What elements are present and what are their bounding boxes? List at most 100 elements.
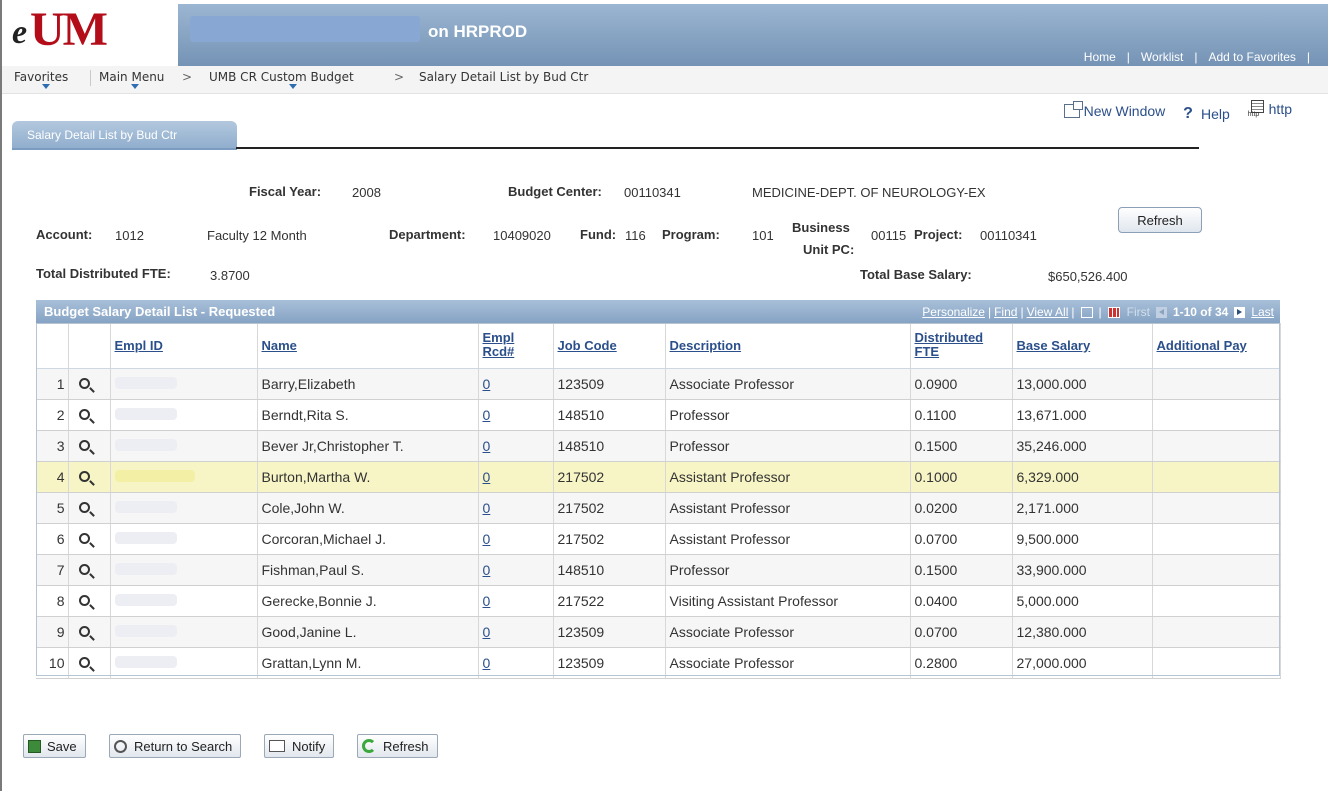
view-all-link[interactable]: View All	[1027, 305, 1069, 319]
detail-magnifier[interactable]	[68, 523, 111, 555]
http-link[interactable]: http	[1248, 100, 1292, 118]
chevron-down-icon[interactable]	[131, 84, 139, 89]
base-salary-cell: 6,329.000	[1012, 461, 1153, 493]
detail-magnifier[interactable]	[68, 616, 111, 648]
personalize-link[interactable]: Personalize	[922, 305, 985, 319]
worklist-link[interactable]: Worklist	[1141, 50, 1183, 64]
magnifier-icon[interactable]	[78, 656, 90, 668]
magnifier-icon[interactable]	[78, 470, 90, 482]
table-row[interactable]: 8 Gerecke,Bonnie J. 0 217522 Visiting Assist…	[36, 585, 1281, 617]
refresh-icon	[362, 739, 376, 753]
row-number: 6	[36, 523, 69, 555]
detail-magnifier[interactable]	[68, 399, 111, 431]
magnifier-icon[interactable]	[78, 532, 90, 544]
refresh-button[interactable]: Refresh	[1118, 207, 1202, 233]
return-to-search-button[interactable]: Return to Search	[109, 734, 242, 758]
table-row[interactable]: 7 Fishman,Paul S. 0 148510 Professor 0.1500 33…	[36, 554, 1281, 586]
detail-magnifier[interactable]	[68, 368, 111, 400]
description-cell: Associate Professor	[665, 368, 911, 400]
breadcrumb-main-menu[interactable]: Main Menu	[99, 70, 164, 84]
notify-button[interactable]: Notify	[264, 734, 335, 758]
detail-magnifier[interactable]	[68, 647, 111, 679]
chevron-down-icon[interactable]	[289, 84, 297, 89]
magnifier-icon[interactable]	[78, 408, 90, 420]
fund-value: 116	[625, 228, 646, 243]
name-cell: Gerecke,Bonnie J.	[257, 585, 479, 617]
eum-logo[interactable]: e UM	[12, 2, 172, 62]
home-link[interactable]: Home	[1084, 50, 1116, 64]
redacted-empl-id	[114, 438, 177, 451]
name-cell: Grattan,Lynn M.	[257, 647, 479, 679]
col-distributed-fte[interactable]: Distributed FTE	[910, 323, 1013, 369]
empl-rcd-link[interactable]: 0	[478, 492, 554, 524]
empl-rcd-link[interactable]: 0	[478, 523, 554, 555]
empl-id-cell	[110, 492, 258, 524]
col-additional-pay[interactable]: Additional Pay	[1152, 323, 1281, 369]
table-row[interactable]: 1 Barry,Elizabeth 0 123509 Associate Profess…	[36, 368, 1281, 400]
magnifier-icon[interactable]	[78, 439, 90, 451]
col-empl-id[interactable]: Empl ID	[110, 323, 258, 369]
magnifier-icon[interactable]	[78, 501, 90, 513]
add-to-favorites-link[interactable]: Add to Favorites	[1209, 50, 1296, 64]
empl-id-cell	[110, 616, 258, 648]
magnifier-icon[interactable]	[78, 594, 90, 606]
program-label: Program:	[662, 227, 720, 242]
refresh-bottom-button[interactable]: Refresh	[357, 734, 438, 758]
download-spreadsheet-icon[interactable]	[1107, 306, 1120, 318]
empl-rcd-link[interactable]: 0	[478, 461, 554, 493]
empl-rcd-link[interactable]: 0	[478, 616, 554, 648]
detail-magnifier[interactable]	[68, 554, 111, 586]
last-link[interactable]: Last	[1251, 305, 1274, 319]
zoom-grid-icon[interactable]	[1080, 306, 1093, 318]
table-row[interactable]: 9 Good,Janine L. 0 123509 Associate Professo…	[36, 616, 1281, 648]
col-empl-rcd[interactable]: Empl Rcd#	[478, 323, 554, 369]
empl-rcd-link[interactable]: 0	[478, 399, 554, 431]
magnifier-icon[interactable]	[78, 563, 90, 575]
breadcrumb-favorites[interactable]: Favorites	[14, 70, 68, 84]
empl-id-cell	[110, 523, 258, 555]
detail-magnifier[interactable]	[68, 430, 111, 462]
previous-arrow-icon[interactable]	[1155, 306, 1167, 318]
base-salary-cell: 12,380.000	[1012, 616, 1153, 648]
chevron-down-icon[interactable]	[42, 84, 50, 89]
first-link[interactable]: First	[1127, 305, 1150, 319]
empl-rcd-link[interactable]: 0	[478, 647, 554, 679]
next-arrow-icon[interactable]	[1234, 306, 1246, 318]
breadcrumb-custom-budget[interactable]: UMB CR Custom Budget	[209, 70, 354, 84]
detail-magnifier[interactable]	[68, 461, 111, 493]
col-base-salary[interactable]: Base Salary	[1012, 323, 1153, 369]
magnifier-icon[interactable]	[78, 377, 90, 389]
table-row[interactable]: 4 Burton,Martha W. 0 217502 Assistant Profes…	[36, 461, 1281, 493]
empl-rcd-link[interactable]: 0	[478, 554, 554, 586]
detail-magnifier[interactable]	[68, 492, 111, 524]
col-description[interactable]: Description	[665, 323, 911, 369]
magnifier-icon[interactable]	[78, 625, 90, 637]
save-button[interactable]: Save	[23, 734, 86, 758]
col-job-code[interactable]: Job Code	[553, 323, 666, 369]
empl-rcd-link[interactable]: 0	[478, 430, 554, 462]
detail-magnifier[interactable]	[68, 585, 111, 617]
table-row[interactable]: 5 Cole,John W. 0 217502 Assistant Professor 0…	[36, 492, 1281, 524]
salary-table: Empl ID Name Empl Rcd# Job Code Descripti…	[36, 323, 1281, 679]
table-row[interactable]: 6 Corcoran,Michael J. 0 217502 Assistant Pro…	[36, 523, 1281, 555]
col-name[interactable]: Name	[257, 323, 479, 369]
new-window-link[interactable]: New Window	[1063, 101, 1165, 119]
empl-rcd-link[interactable]: 0	[478, 585, 554, 617]
project-value: 00110341	[980, 228, 1037, 243]
row-number: 8	[36, 585, 69, 617]
find-link[interactable]: Find	[994, 305, 1017, 319]
description-cell: Professor	[665, 399, 911, 431]
redacted-empl-id	[114, 624, 177, 637]
table-row[interactable]: 2 Berndt,Rita S. 0 148510 Professor 0.1100 13,…	[36, 399, 1281, 431]
fte-cell: 0.0900	[910, 368, 1013, 400]
empl-rcd-link[interactable]: 0	[478, 368, 554, 400]
row-number: 9	[36, 616, 69, 648]
tab-salary-detail[interactable]: Salary Detail List by Bud Ctr	[12, 121, 237, 149]
base-salary-cell: 33,900.000	[1012, 554, 1153, 586]
table-row[interactable]: 3 Bever Jr,Christopher T. 0 148510 Professor…	[36, 430, 1281, 462]
table-row[interactable]: 10 Grattan,Lynn M. 0 123509 Associate Profes…	[36, 647, 1281, 679]
notify-icon	[269, 740, 285, 752]
row-range: 1-10 of 34	[1172, 305, 1229, 319]
help-link[interactable]: ? Help	[1183, 105, 1230, 123]
description-cell: Associate Professor	[665, 647, 911, 679]
